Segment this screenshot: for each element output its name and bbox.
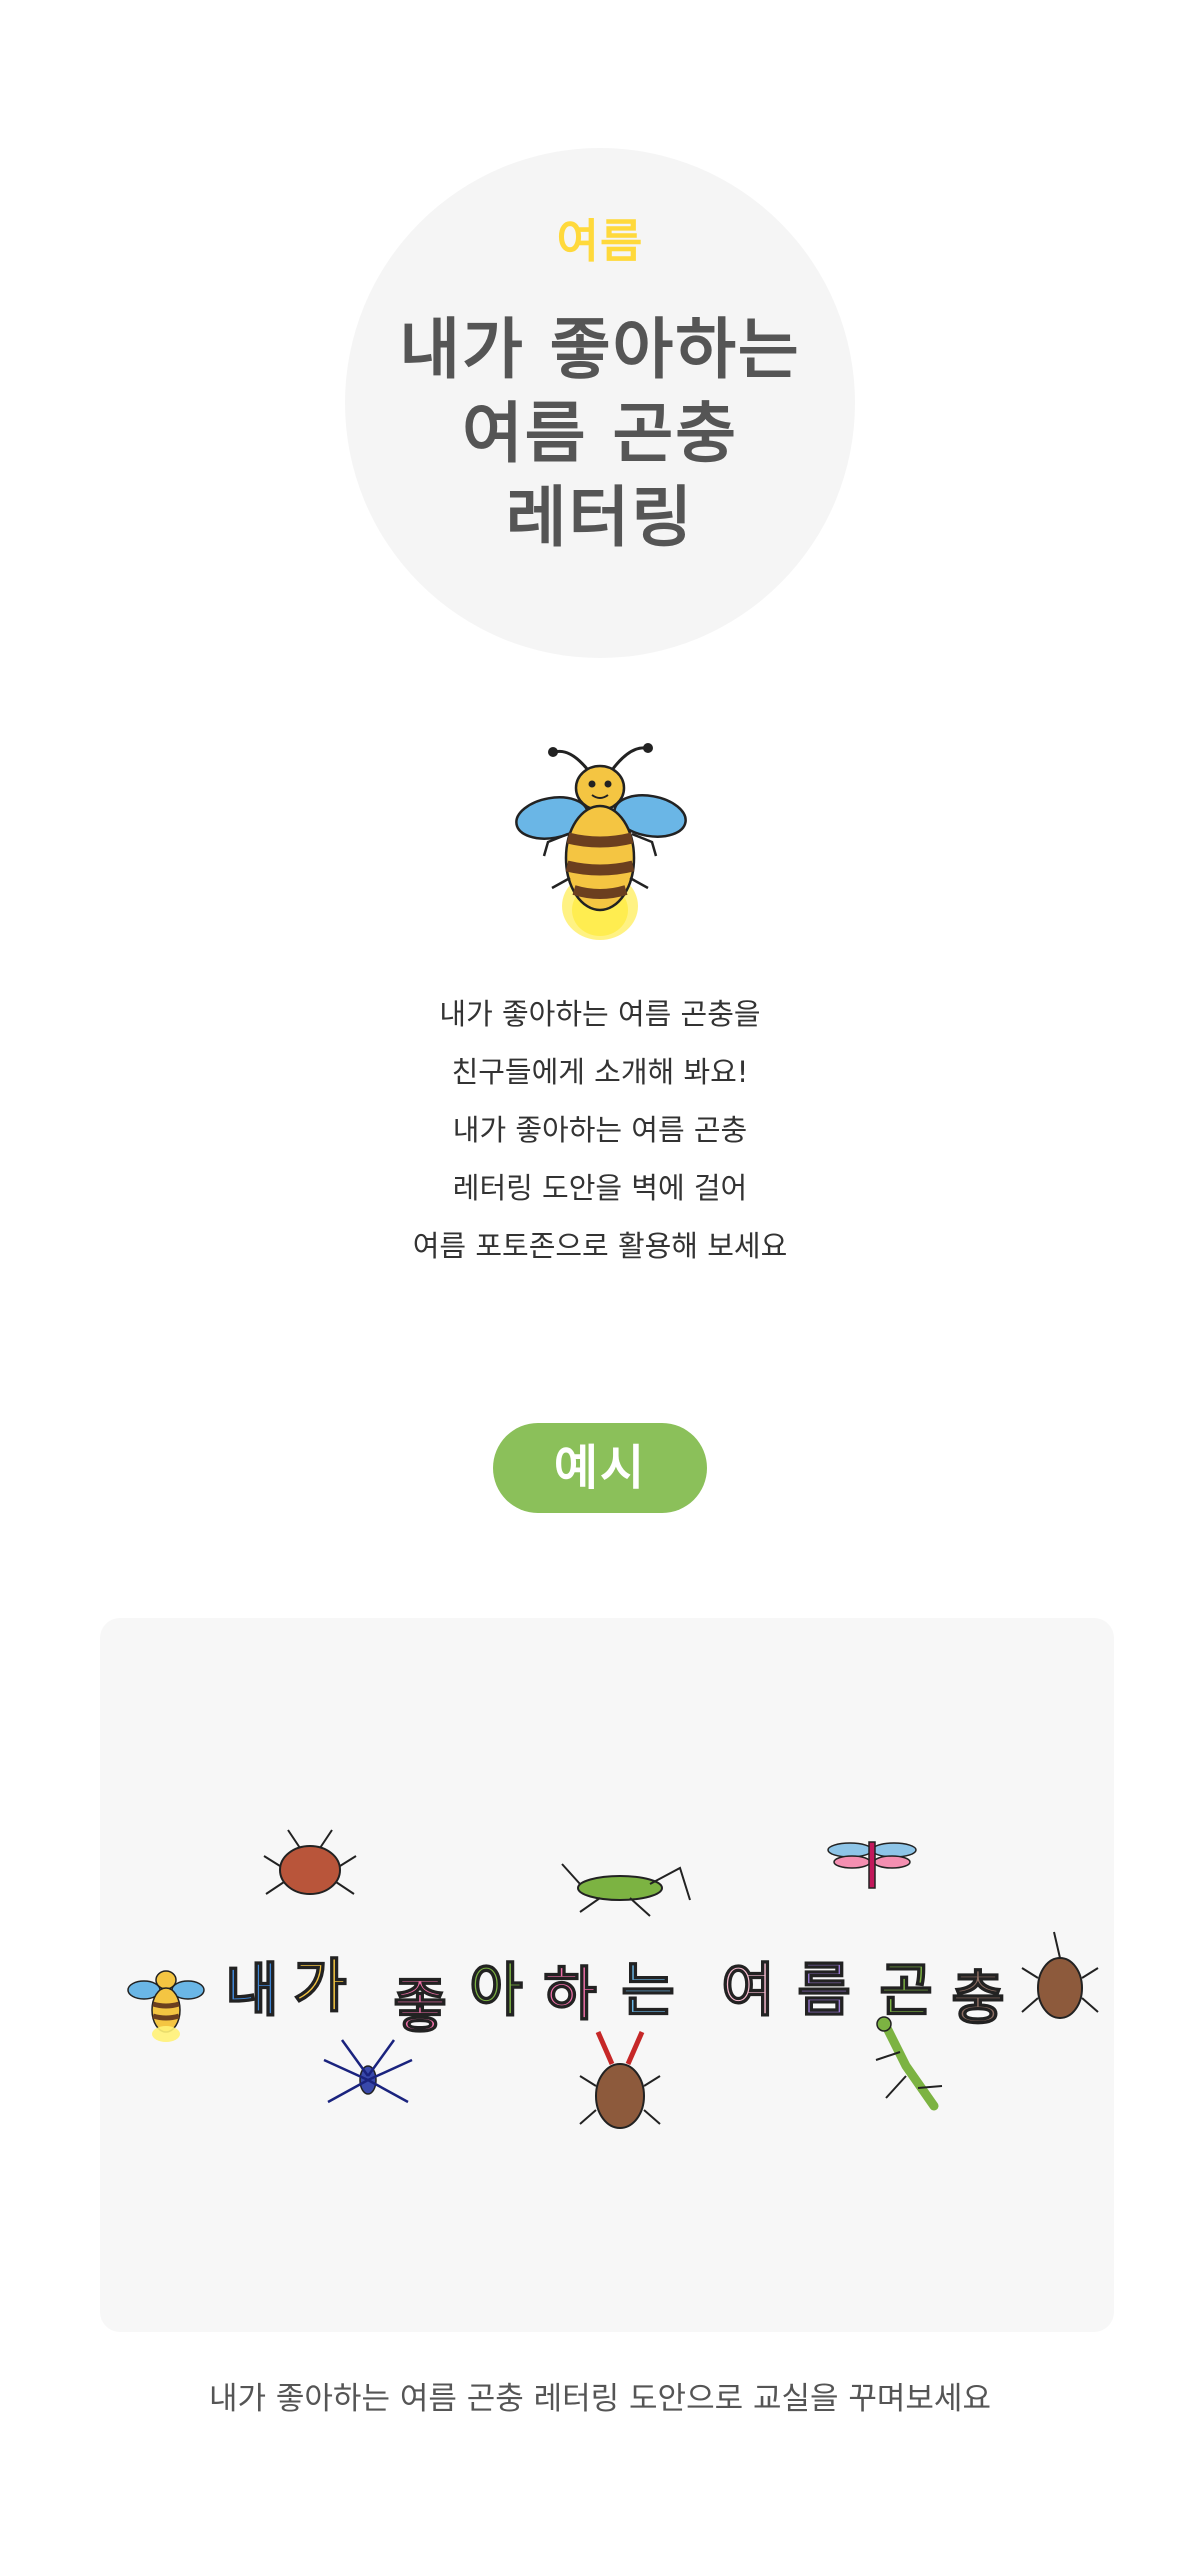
lettering-char: 좋	[393, 1972, 446, 2040]
mantis-icon	[875, 2016, 943, 2111]
firefly-bee-illustration	[515, 743, 687, 940]
stag-beetle-icon	[579, 2030, 661, 2129]
example-caption: 내가 좋아하는 여름 곤충 레터링 도안으로 교실을 꾸며보세요	[209, 2381, 991, 2417]
lettering-char: 가	[293, 1952, 346, 2020]
hero-title-line: 레터링	[505, 479, 695, 556]
season-label: 여름	[556, 214, 644, 268]
page: 여름 내가 좋아하는 여름 곤충 레터링 내가 좋아하는 여름 곤충을 친구들에…	[0, 0, 1200, 2561]
lettering-char: 하	[543, 1960, 596, 2028]
description-line: 내가 좋아하는 여름 곤충을	[439, 997, 761, 1031]
lettering-char: 여	[721, 1956, 774, 2024]
hero-title: 내가 좋아하는 여름 곤충 레터링	[0, 308, 1200, 560]
description-line: 친구들에게 소개해 봐요!	[451, 1055, 749, 1089]
description-line: 레터링 도안을 벽에 걸어	[452, 1171, 748, 1205]
description: 내가 좋아하는 여름 곤충을 친구들에게 소개해 봐요! 내가 좋아하는 여름 …	[0, 985, 1200, 1275]
lettering-char: 곤	[879, 1956, 932, 2024]
hero-title-line: 내가 좋아하는	[399, 311, 801, 388]
description-line: 내가 좋아하는 여름 곤충	[452, 1113, 748, 1147]
beetle-icon	[263, 1829, 357, 1895]
lettering-char: 아	[469, 1956, 522, 2024]
example-panel: 내 가 좋 아 하 는 여 름 곤 충	[100, 1618, 1114, 2332]
lettering-char: 름	[797, 1956, 850, 2024]
hero-title-line: 여름 곤충	[462, 395, 738, 472]
example-badge: 예시	[493, 1423, 707, 1513]
water-strider-icon	[323, 2039, 413, 2104]
rhinoceros-beetle-icon	[1021, 1931, 1099, 2019]
grasshopper-icon	[561, 1863, 691, 1917]
lettering-char: 충	[951, 1964, 1004, 2032]
description-line: 여름 포토존으로 활용해 보세요	[412, 1229, 788, 1263]
lettering-example-image: 내 가 좋 아 하 는 여 름 곤 충	[127, 1829, 1099, 2129]
dragonfly-icon	[827, 1841, 917, 1889]
small-bee-icon	[127, 1970, 205, 2042]
lettering-char: 는	[621, 1956, 674, 2024]
lettering-char: 내	[225, 1956, 278, 2024]
